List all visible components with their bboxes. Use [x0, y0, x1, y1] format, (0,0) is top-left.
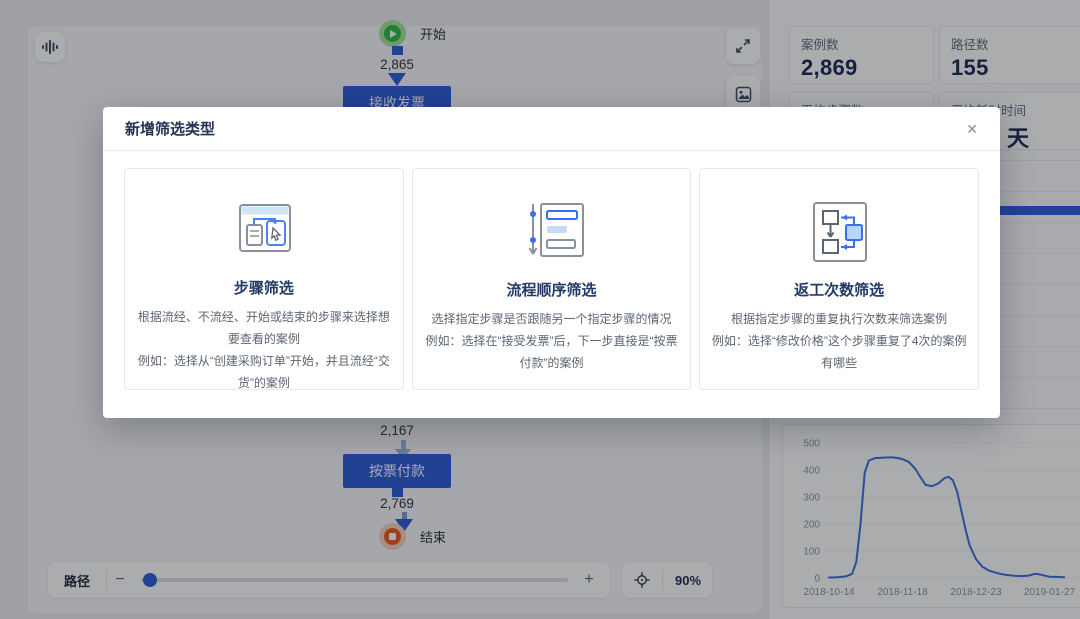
filter-card-title: 返工次数筛选 [794, 279, 884, 300]
filter-card-description: 选择指定步骤是否跟随另一个指定步骤的情况 例如：选择在“接受发票”后，下一步直接… [413, 308, 691, 374]
desc-line1: 根据流经、不流经、开始或结束的步骤来选择想要查看的案例 [138, 310, 390, 346]
filter-card-description: 根据指定步骤的重复执行次数来筛选案例 例如：选择“修改价格”这个步骤重复了4次的… [700, 308, 978, 374]
add-filter-modal: 新增筛选类型 ✕ 步骤筛选 根据流经、不流经、开始或结束的步骤来选择想要查看的案… [103, 107, 1000, 418]
modal-header: 新增筛选类型 ✕ [103, 107, 1000, 151]
sequence-filter-icon [511, 199, 593, 265]
filter-card-rework[interactable]: 返工次数筛选 根据指定步骤的重复执行次数来筛选案例 例如：选择“修改价格”这个步… [699, 168, 979, 390]
modal-body: 步骤筛选 根据流经、不流经、开始或结束的步骤来选择想要查看的案例 例如：选择从“… [103, 151, 1000, 407]
filter-card-title: 步骤筛选 [234, 277, 294, 298]
filter-card-step[interactable]: 步骤筛选 根据流经、不流经、开始或结束的步骤来选择想要查看的案例 例如：选择从“… [124, 168, 404, 390]
desc-line2: 例如：选择“修改价格”这个步骤重复了4次的案例有哪些 [712, 334, 967, 370]
desc-line2: 例如：选择从“创建采购订单”开始，并且流经“交货”的案例 [138, 354, 390, 390]
filter-card-description: 根据流经、不流经、开始或结束的步骤来选择想要查看的案例 例如：选择从“创建采购订… [125, 306, 403, 394]
close-icon[interactable]: ✕ [966, 122, 978, 136]
desc-line1: 选择指定步骤是否跟随另一个指定步骤的情况 [432, 312, 672, 326]
modal-title: 新增筛选类型 [125, 118, 215, 139]
rework-filter-icon [798, 199, 880, 265]
filter-card-sequence[interactable]: 流程顺序筛选 选择指定步骤是否跟随另一个指定步骤的情况 例如：选择在“接受发票”… [412, 168, 692, 390]
desc-line2: 例如：选择在“接受发票”后，下一步直接是“按票付款”的案例 [426, 334, 678, 370]
step-filter-icon [223, 199, 305, 263]
desc-line1: 根据指定步骤的重复执行次数来筛选案例 [731, 312, 947, 326]
filter-card-title: 流程顺序筛选 [507, 279, 597, 300]
